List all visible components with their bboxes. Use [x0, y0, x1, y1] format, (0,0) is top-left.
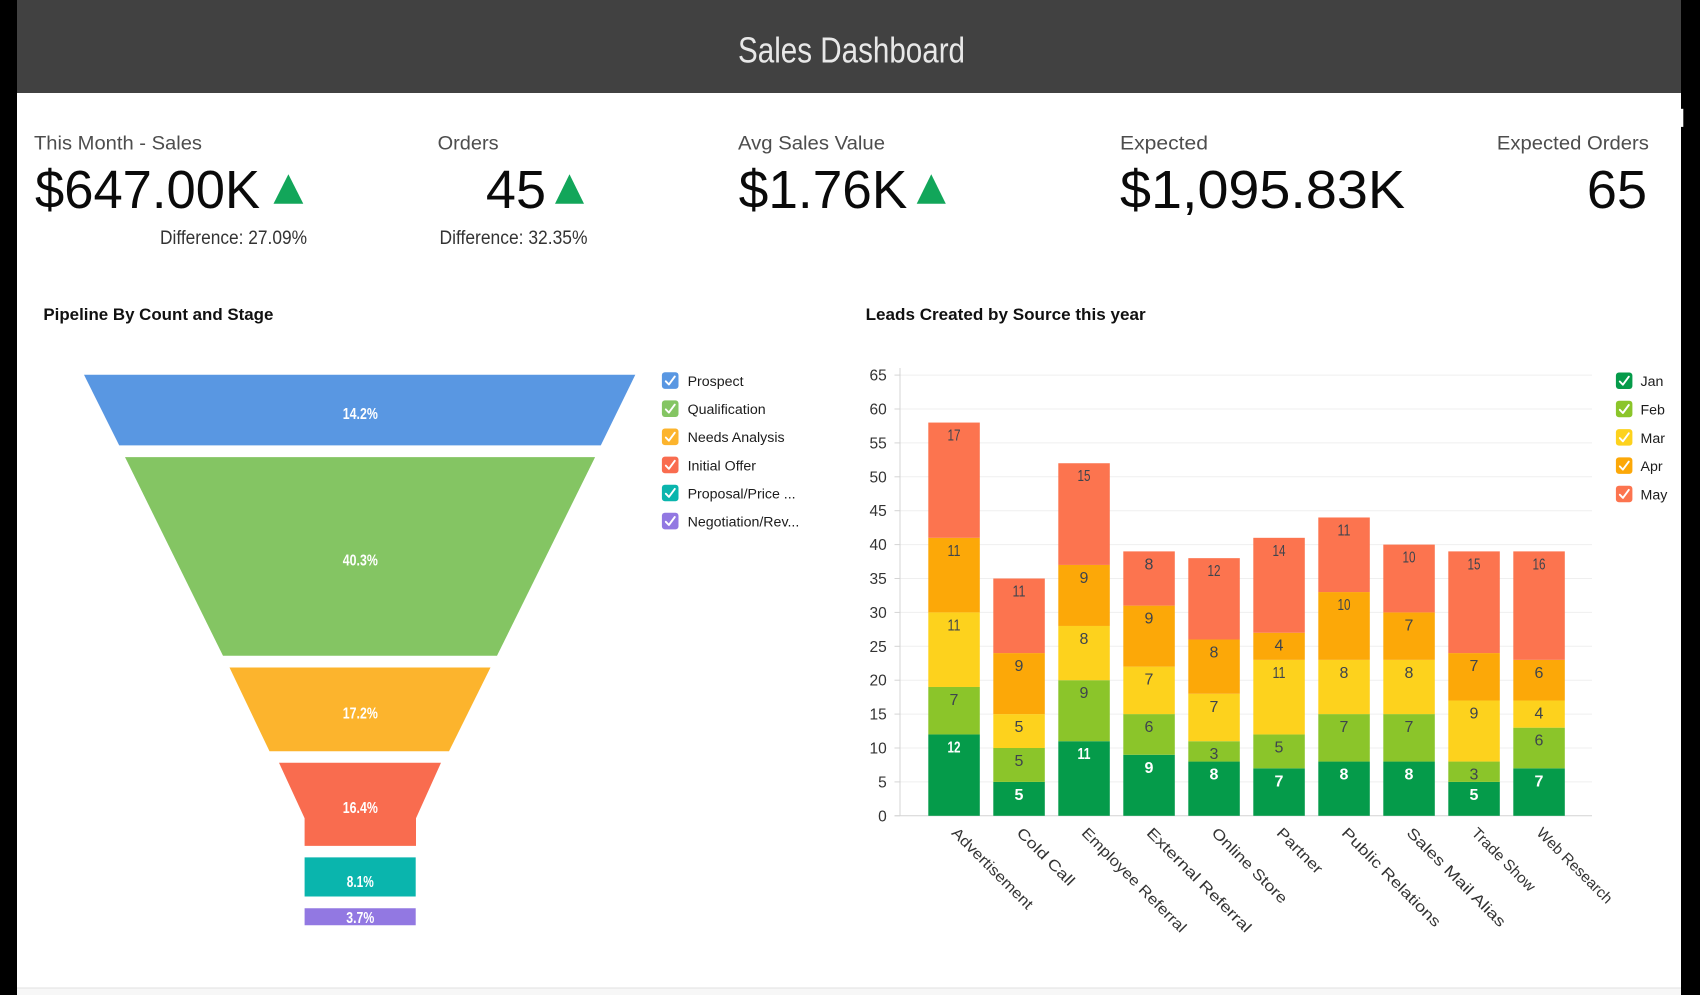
svg-text:11: 11 [1013, 584, 1026, 601]
svg-text:12: 12 [948, 739, 961, 756]
svg-text:6: 6 [1145, 719, 1154, 736]
svg-text:Leads Created by Source this y: Leads Created by Source this year [866, 306, 1147, 324]
svg-text:9: 9 [1470, 706, 1479, 723]
svg-text:3: 3 [1470, 767, 1479, 784]
svg-text:$1,095.83K: $1,095.83K [1120, 160, 1405, 220]
svg-text:9: 9 [1080, 685, 1089, 702]
svg-text:Needs Analysis: Needs Analysis [688, 430, 785, 446]
svg-text:60: 60 [870, 402, 888, 419]
svg-text:11: 11 [1273, 665, 1286, 682]
svg-text:8: 8 [1405, 665, 1414, 682]
svg-text:25: 25 [870, 639, 887, 656]
svg-text:55: 55 [870, 435, 887, 452]
svg-text:9: 9 [1015, 658, 1024, 675]
svg-text:11: 11 [948, 543, 961, 560]
svg-text:9: 9 [1145, 760, 1154, 777]
svg-text:Proposal/Price ...: Proposal/Price ... [688, 486, 796, 502]
svg-text:5: 5 [1470, 787, 1479, 804]
svg-text:$1.76K: $1.76K [739, 160, 908, 220]
svg-text:5: 5 [1015, 787, 1024, 804]
svg-text:Pipeline By Count and Stage: Pipeline By Count and Stage [43, 306, 273, 324]
svg-text:3: 3 [1210, 746, 1219, 763]
svg-text:6: 6 [1535, 733, 1544, 750]
svg-text:12: 12 [1208, 563, 1221, 580]
svg-text:Prospect: Prospect [688, 374, 744, 390]
svg-text:7: 7 [1405, 617, 1414, 634]
svg-text:Avg Sales Value: Avg Sales Value [738, 134, 885, 155]
svg-text:40: 40 [870, 537, 888, 554]
svg-text:8: 8 [1340, 767, 1349, 784]
svg-text:15: 15 [1468, 556, 1481, 573]
svg-text:4: 4 [1275, 638, 1284, 655]
svg-text:50: 50 [870, 469, 888, 486]
svg-text:May: May [1641, 487, 1669, 503]
svg-text:11: 11 [1338, 523, 1351, 540]
svg-text:15: 15 [1078, 468, 1091, 485]
svg-text:20: 20 [870, 673, 888, 690]
svg-text:7: 7 [1145, 672, 1154, 689]
svg-text:Jan: Jan [1641, 374, 1664, 390]
svg-text:Feb: Feb [1641, 403, 1666, 419]
svg-text:5: 5 [878, 774, 887, 791]
svg-text:8.1%: 8.1% [347, 874, 374, 891]
svg-text:5: 5 [1015, 753, 1024, 770]
svg-text:Initial Offer: Initial Offer [688, 458, 757, 474]
svg-text:7: 7 [1210, 699, 1219, 716]
svg-text:Difference: 32.35%: Difference: 32.35% [440, 228, 588, 249]
svg-text:4: 4 [1535, 706, 1544, 723]
svg-text:$647.00K: $647.00K [35, 160, 260, 220]
svg-text:16.4%: 16.4% [343, 800, 378, 817]
svg-text:0: 0 [878, 808, 887, 825]
svg-text:45: 45 [870, 503, 887, 520]
svg-text:Mar: Mar [1641, 431, 1666, 447]
svg-text:15: 15 [870, 707, 887, 724]
svg-text:7: 7 [1340, 719, 1349, 736]
svg-text:14.2%: 14.2% [343, 406, 378, 423]
svg-text:This Month - Sales: This Month - Sales [34, 134, 202, 155]
svg-text:35: 35 [870, 571, 887, 588]
svg-text:9: 9 [1145, 611, 1154, 628]
svg-text:7: 7 [1275, 773, 1284, 790]
svg-text:Expected: Expected [1120, 134, 1208, 155]
svg-text:16: 16 [1533, 556, 1546, 573]
svg-text:11: 11 [948, 617, 961, 634]
svg-text:17: 17 [948, 428, 961, 445]
svg-text:Sales Dashboard: Sales Dashboard [738, 29, 965, 70]
svg-text:10: 10 [1338, 597, 1351, 614]
svg-text:7: 7 [1535, 773, 1544, 790]
svg-text:45: 45 [486, 160, 546, 220]
svg-text:Orders: Orders [438, 134, 499, 155]
svg-text:Apr: Apr [1641, 459, 1663, 475]
svg-text:Expected Orders: Expected Orders [1497, 134, 1649, 155]
svg-text:8: 8 [1145, 556, 1154, 573]
svg-text:40.3%: 40.3% [343, 553, 378, 570]
svg-text:65: 65 [1587, 160, 1647, 220]
svg-text:10: 10 [870, 741, 888, 758]
svg-text:11: 11 [1078, 746, 1091, 763]
svg-text:Difference: 27.09%: Difference: 27.09% [160, 228, 307, 249]
svg-text:6: 6 [1535, 665, 1544, 682]
svg-text:8: 8 [1340, 665, 1349, 682]
svg-text:8: 8 [1080, 631, 1089, 648]
svg-text:Negotiation/Rev...: Negotiation/Rev... [688, 515, 800, 531]
svg-text:17.2%: 17.2% [343, 706, 378, 723]
svg-text:7: 7 [1470, 658, 1479, 675]
svg-text:7: 7 [950, 692, 959, 709]
svg-text:65: 65 [870, 368, 887, 385]
svg-text:8: 8 [1210, 645, 1219, 662]
svg-text:8: 8 [1210, 767, 1219, 784]
svg-text:Qualification: Qualification [688, 402, 766, 418]
svg-text:3.7%: 3.7% [346, 910, 374, 927]
svg-text:9: 9 [1080, 570, 1089, 587]
svg-text:14: 14 [1273, 543, 1286, 560]
svg-text:7: 7 [1405, 719, 1414, 736]
svg-text:10: 10 [1403, 550, 1416, 567]
svg-text:5: 5 [1015, 719, 1024, 736]
svg-text:30: 30 [870, 605, 888, 622]
svg-text:8: 8 [1405, 767, 1414, 784]
svg-text:5: 5 [1275, 739, 1284, 756]
